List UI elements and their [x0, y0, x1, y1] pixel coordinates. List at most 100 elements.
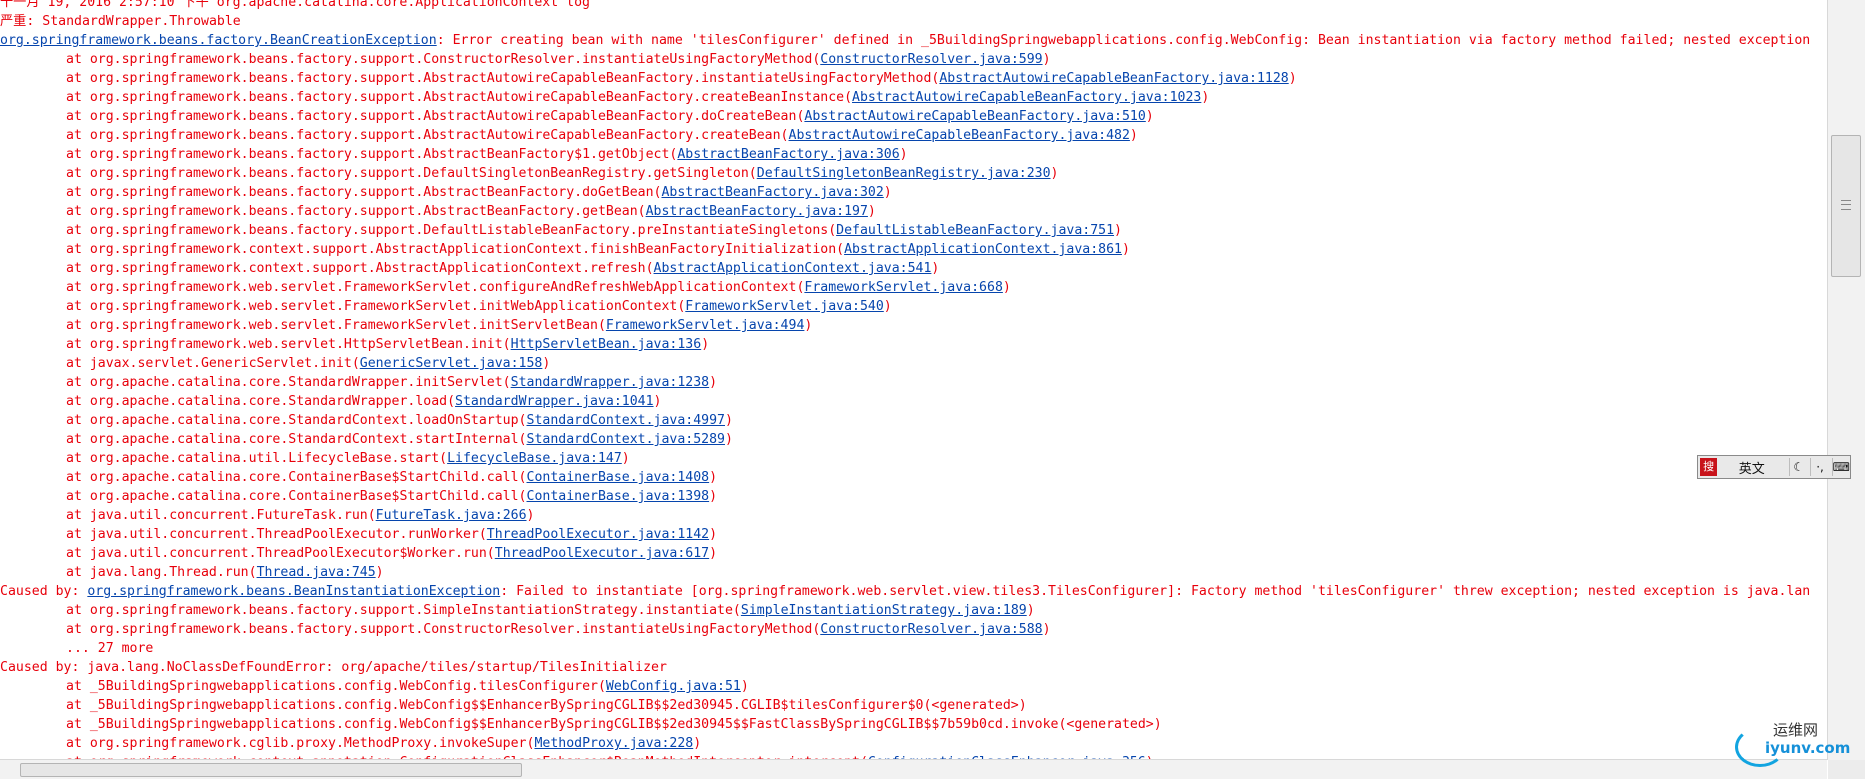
source-link[interactable]: ContainerBase.java:1398: [527, 489, 710, 504]
source-link[interactable]: AbstractAutowireCapableBeanFactory.java:…: [852, 90, 1201, 105]
horizontal-scrollbar[interactable]: [0, 759, 1827, 779]
log-text: at org.springframework.context.support.A…: [66, 261, 654, 276]
source-link[interactable]: DefaultSingletonBeanRegistry.java:230: [757, 166, 1051, 181]
log-text: at _5BuildingSpringwebapplications.confi…: [66, 717, 1162, 732]
punctuation-icon[interactable]: ·,: [1810, 458, 1828, 476]
log-text-suffix: ): [1114, 223, 1122, 238]
log-text-suffix: ): [1042, 622, 1051, 637]
log-text: at org.springframework.beans.factory.sup…: [66, 166, 757, 181]
log-text: at org.springframework.beans.factory.sup…: [66, 109, 805, 124]
log-line: at _5BuildingSpringwebapplications.confi…: [0, 715, 1827, 734]
log-line: at org.springframework.beans.factory.sup…: [0, 601, 1827, 620]
source-link[interactable]: StandardContext.java:5289: [527, 432, 726, 447]
source-link[interactable]: StandardWrapper.java:1238: [511, 375, 710, 390]
source-link[interactable]: FrameworkServlet.java:668: [804, 280, 1003, 295]
log-text-suffix: ): [693, 736, 702, 751]
log-line: Caused by: java.lang.NoClassDefFoundErro…: [0, 658, 1827, 677]
source-link[interactable]: WebConfig.java:51: [606, 679, 741, 694]
log-text: at org.apache.catalina.core.StandardCont…: [66, 413, 527, 428]
source-link[interactable]: MethodProxy.java:228: [534, 736, 693, 751]
log-text: at org.apache.catalina.core.ContainerBas…: [66, 470, 527, 485]
log-text-suffix: ): [1050, 166, 1059, 181]
source-link[interactable]: ContainerBase.java:1408: [527, 470, 710, 485]
source-link[interactable]: FrameworkServlet.java:540: [685, 299, 884, 314]
source-link[interactable]: AbstractAutowireCapableBeanFactory.java:…: [804, 109, 1145, 124]
vertical-scrollbar[interactable]: [1827, 0, 1865, 760]
source-link[interactable]: GenericServlet.java:158: [360, 356, 543, 371]
log-text-suffix: ): [725, 413, 733, 428]
source-link[interactable]: StandardWrapper.java:1041: [455, 394, 654, 409]
log-line: at org.springframework.beans.factory.sup…: [0, 69, 1827, 88]
vertical-scrollbar-thumb[interactable]: [1831, 135, 1861, 277]
source-link[interactable]: Thread.java:745: [257, 565, 376, 580]
log-line: at org.springframework.beans.factory.sup…: [0, 107, 1827, 126]
log-line: at org.springframework.context.support.A…: [0, 240, 1827, 259]
log-text: at org.apache.catalina.util.LifecycleBas…: [66, 451, 448, 466]
log-text: at javax.servlet.GenericServlet.init(: [66, 356, 360, 371]
log-text-suffix: ): [1121, 242, 1130, 257]
source-link[interactable]: SimpleInstantiationStrategy.java:189: [741, 603, 1027, 618]
log-text: at org.springframework.web.servlet.Frame…: [66, 299, 686, 314]
log-text: at java.lang.Thread.run(: [66, 565, 257, 580]
log-text-suffix: ): [883, 299, 892, 314]
source-link[interactable]: AbstractBeanFactory.java:197: [646, 204, 868, 219]
source-link[interactable]: org.springframework.beans.factory.BeanCr…: [0, 33, 437, 48]
log-text: at org.springframework.beans.factory.sup…: [66, 128, 789, 143]
source-link[interactable]: AbstractBeanFactory.java:302: [661, 185, 883, 200]
log-text-suffix: ): [1288, 71, 1297, 86]
source-link[interactable]: AbstractApplicationContext.java:861: [844, 242, 1122, 257]
log-text-suffix: ): [804, 318, 813, 333]
log-text-suffix: ): [1002, 280, 1011, 295]
source-link[interactable]: AbstractBeanFactory.java:306: [677, 147, 899, 162]
source-link[interactable]: FrameworkServlet.java:494: [606, 318, 805, 333]
log-text-suffix: ): [1026, 603, 1035, 618]
log-text-suffix: ): [931, 261, 940, 276]
log-text: ... 27 more: [66, 641, 154, 656]
source-link[interactable]: AbstractAutowireCapableBeanFactory.java:…: [939, 71, 1288, 86]
log-text-suffix: ): [375, 565, 384, 580]
log-text-suffix: ): [725, 432, 733, 447]
log-text-suffix: ): [621, 451, 630, 466]
source-link[interactable]: ConstructorResolver.java:588: [820, 622, 1042, 637]
log-line: at org.springframework.beans.factory.sup…: [0, 183, 1827, 202]
log-line: at java.util.concurrent.ThreadPoolExecut…: [0, 544, 1827, 563]
source-link[interactable]: ConstructorResolver.java:599: [820, 52, 1042, 67]
log-text: at org.apache.catalina.core.StandardWrap…: [66, 394, 456, 409]
ime-language-toggle[interactable]: 英文: [1717, 458, 1786, 477]
log-line: at org.springframework.beans.factory.sup…: [0, 126, 1827, 145]
log-text: at org.springframework.beans.factory.sup…: [66, 603, 741, 618]
log-text: at java.util.concurrent.FutureTask.run(: [66, 508, 376, 523]
watermark-domain: iyunv.com: [1765, 739, 1851, 757]
source-link[interactable]: DefaultListableBeanFactory.java:751: [836, 223, 1114, 238]
source-link[interactable]: ThreadPoolExecutor.java:1142: [487, 527, 709, 542]
log-text-suffix: ): [709, 375, 718, 390]
log-text: Caused by:: [0, 584, 88, 599]
log-text: at org.apache.catalina.core.StandardWrap…: [66, 375, 511, 390]
log-text-suffix: ): [653, 394, 662, 409]
log-text-suffix: ): [899, 147, 908, 162]
log-text-suffix: ): [526, 508, 535, 523]
log-text: at _5BuildingSpringwebapplications.confi…: [66, 698, 1027, 713]
log-line: at org.apache.catalina.core.StandardCont…: [0, 430, 1827, 449]
ime-logo-icon: 搜: [1700, 458, 1718, 476]
log-line: at org.springframework.beans.factory.sup…: [0, 50, 1827, 69]
log-text-suffix: ): [701, 337, 710, 352]
keyboard-icon[interactable]: ⌨: [1831, 458, 1850, 476]
source-link[interactable]: StandardContext.java:4997: [527, 413, 726, 428]
ime-toolbar[interactable]: 搜 英文 ☾ ·, ⌨: [1697, 455, 1851, 479]
source-link[interactable]: ThreadPoolExecutor.java:617: [495, 546, 709, 561]
horizontal-scrollbar-thumb[interactable]: [20, 763, 522, 777]
log-line: at org.springframework.web.servlet.Frame…: [0, 278, 1827, 297]
log-text-suffix: ): [542, 356, 551, 371]
source-link[interactable]: AbstractApplicationContext.java:541: [654, 261, 932, 276]
log-text: at org.springframework.beans.factory.sup…: [66, 185, 662, 200]
source-link[interactable]: HttpServletBean.java:136: [511, 337, 702, 352]
source-link[interactable]: LifecycleBase.java:147: [447, 451, 622, 466]
log-line: at org.apache.catalina.core.StandardWrap…: [0, 373, 1827, 392]
source-link[interactable]: FutureTask.java:266: [376, 508, 527, 523]
source-link[interactable]: org.springframework.beans.BeanInstantiat…: [87, 584, 500, 599]
moon-icon[interactable]: ☾: [1789, 458, 1807, 476]
source-link[interactable]: AbstractAutowireCapableBeanFactory.java:…: [789, 128, 1130, 143]
log-text: at org.springframework.web.servlet.Frame…: [66, 280, 805, 295]
log-text: 严重: StandardWrapper.Throwable: [0, 14, 241, 29]
